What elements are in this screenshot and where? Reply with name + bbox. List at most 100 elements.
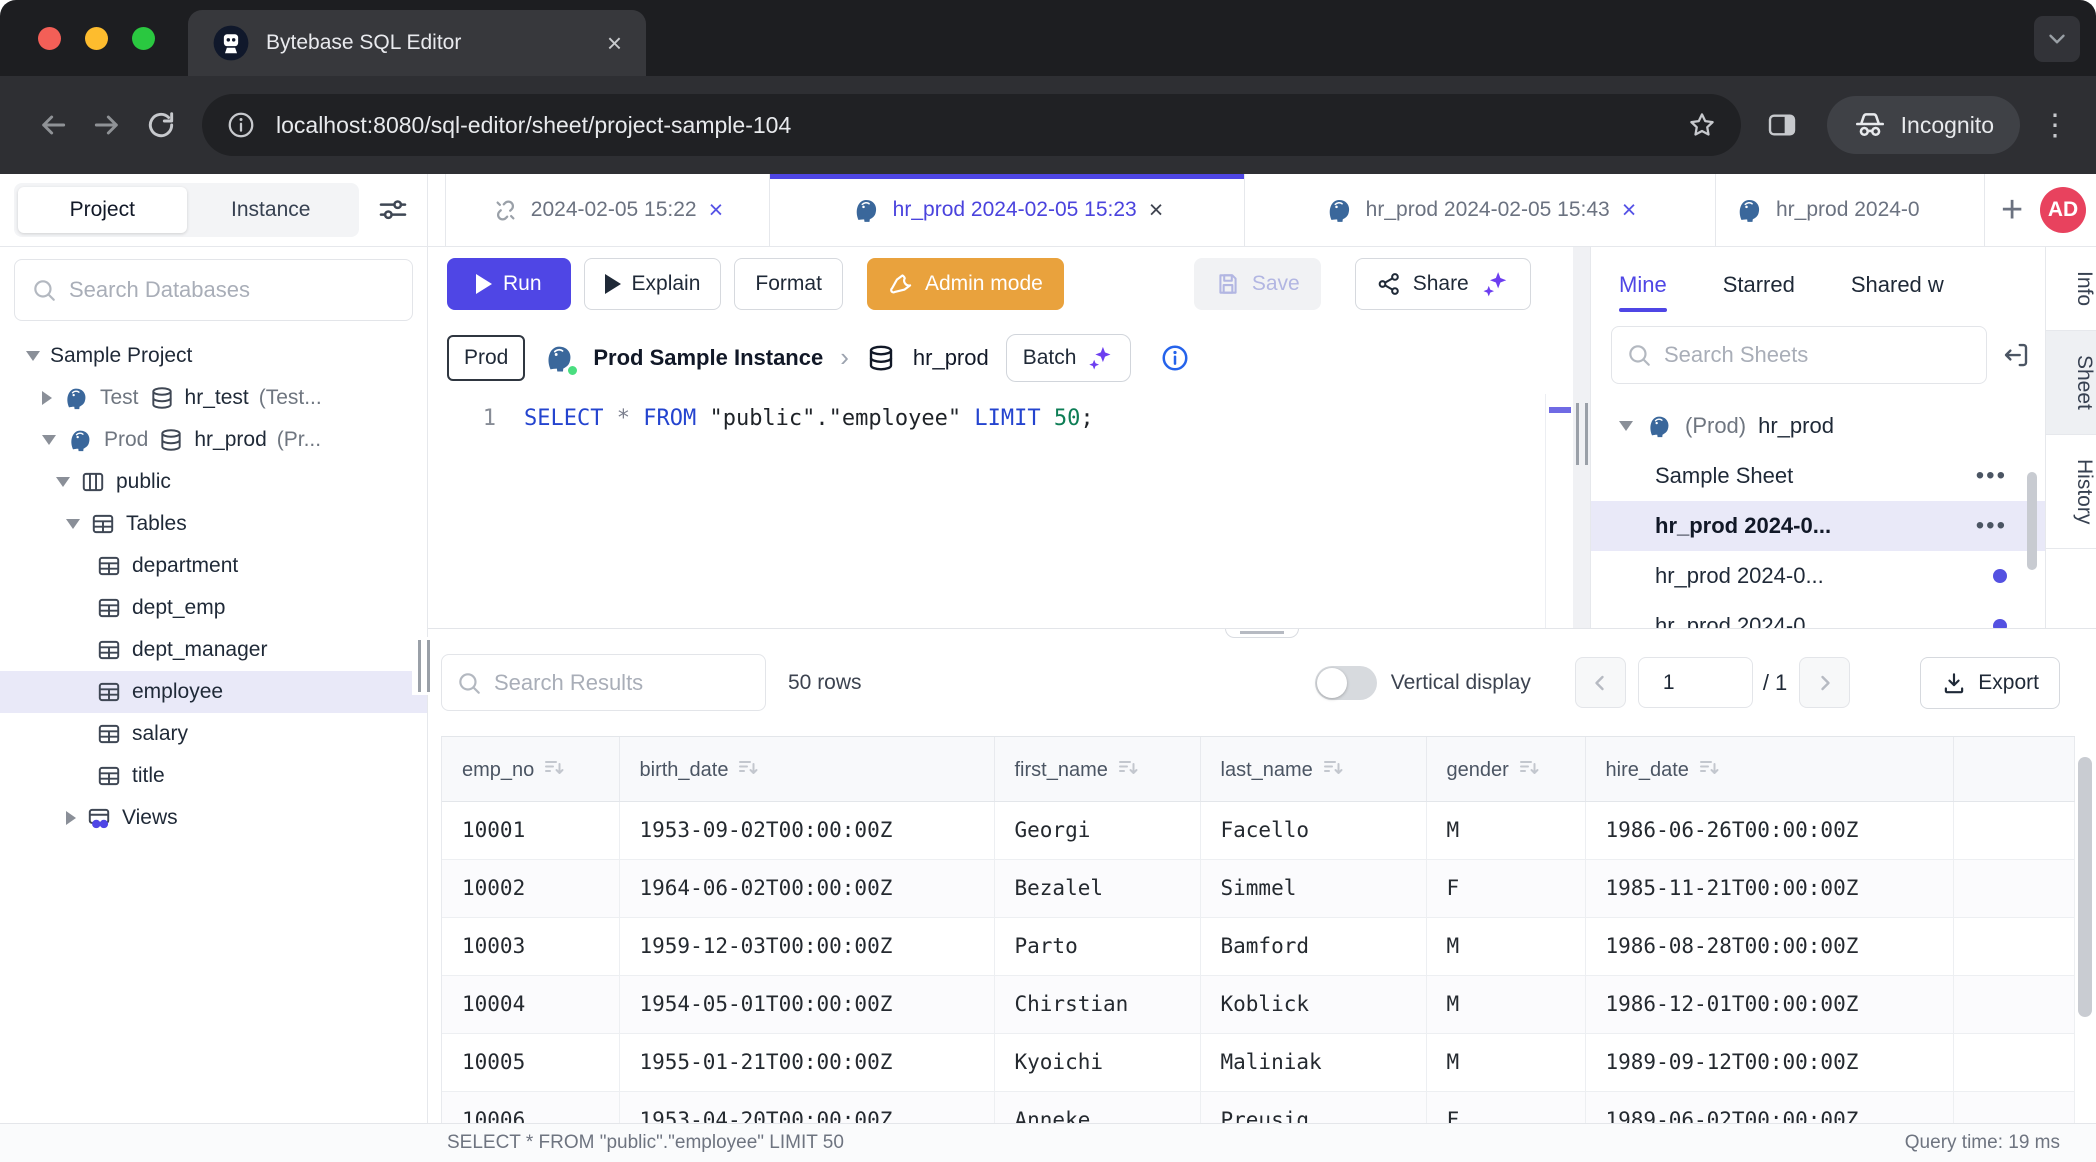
- cell[interactable]: 1953-09-02T00:00:00Z: [619, 801, 994, 859]
- results-search-input[interactable]: [494, 670, 751, 696]
- cell[interactable]: 10003: [442, 917, 619, 975]
- zoom-window-button[interactable]: [132, 27, 155, 50]
- panel-resize-handle[interactable]: [1576, 403, 1588, 465]
- url-text[interactable]: localhost:8080/sql-editor/sheet/project-…: [276, 112, 1687, 139]
- close-tab-icon[interactable]: ×: [1149, 198, 1164, 223]
- cell[interactable]: 10002: [442, 859, 619, 917]
- cell[interactable]: 1955-01-21T00:00:00Z: [619, 1033, 994, 1091]
- cell[interactable]: Simmel: [1200, 859, 1426, 917]
- save-button[interactable]: Save: [1194, 258, 1321, 310]
- close-window-button[interactable]: [38, 27, 61, 50]
- caret-down-icon[interactable]: [1619, 421, 1633, 431]
- cell[interactable]: 1959-12-03T00:00:00Z: [619, 917, 994, 975]
- more-actions-icon[interactable]: •••: [1976, 512, 2007, 540]
- user-avatar[interactable]: AD: [2040, 187, 2086, 233]
- cell[interactable]: M: [1426, 801, 1585, 859]
- close-tab-icon[interactable]: ×: [607, 28, 622, 59]
- sheet-search[interactable]: [1611, 326, 1987, 384]
- sql-code-line[interactable]: SELECT * FROM "public"."employee" LIMIT …: [524, 394, 1094, 628]
- sort-icon[interactable]: [542, 756, 566, 780]
- sheet-list-scrollbar[interactable]: [2027, 472, 2037, 570]
- database-name[interactable]: hr_prod: [913, 345, 989, 371]
- cell[interactable]: F: [1426, 859, 1585, 917]
- cell[interactable]: Facello: [1200, 801, 1426, 859]
- column-header-last-name[interactable]: last_name: [1200, 737, 1426, 801]
- tree-item-table-employee-selected[interactable]: employee: [0, 671, 427, 713]
- cell[interactable]: M: [1426, 1033, 1585, 1091]
- browser-menu-icon[interactable]: ⋮: [2040, 108, 2070, 143]
- cell[interactable]: Bezalel: [994, 859, 1200, 917]
- cell[interactable]: 1964-06-02T00:00:00Z: [619, 859, 994, 917]
- export-button[interactable]: Export: [1920, 657, 2060, 709]
- bookmark-star-icon[interactable]: [1687, 110, 1717, 140]
- editor-tab-3[interactable]: hr_prod 2024-02-05 15:43 ×: [1245, 174, 1716, 246]
- sheet-item[interactable]: Sample Sheet •••: [1591, 451, 2045, 501]
- cell[interactable]: Parto: [994, 917, 1200, 975]
- caret-down-icon[interactable]: [42, 435, 56, 445]
- tree-item-table-dept-manager[interactable]: dept_manager: [0, 629, 427, 671]
- info-circle-icon[interactable]: [1160, 343, 1190, 373]
- vtab-info[interactable]: Info: [2046, 247, 2096, 331]
- collapse-panel-icon[interactable]: [2001, 340, 2031, 370]
- vtab-sheet[interactable]: Sheet: [2046, 331, 2096, 435]
- close-tab-icon[interactable]: ×: [1622, 198, 1637, 223]
- minimize-window-button[interactable]: [85, 27, 108, 50]
- tree-item-table-department[interactable]: department: [0, 545, 427, 587]
- sheet-item[interactable]: hr_prod 2024-0...: [1591, 551, 2045, 601]
- tree-item-table-title[interactable]: title: [0, 755, 427, 797]
- sql-code-editor[interactable]: 1 SELECT * FROM "public"."employee" LIMI…: [428, 394, 1573, 628]
- admin-mode-button[interactable]: Admin mode: [867, 258, 1064, 310]
- sheet-group-root[interactable]: (Prod) hr_prod: [1591, 401, 2045, 451]
- side-panel-icon[interactable]: [1755, 98, 1809, 152]
- editor-tab-2-active[interactable]: hr_prod 2024-02-05 15:23 ×: [770, 174, 1245, 246]
- caret-right-icon[interactable]: [66, 811, 76, 825]
- cell[interactable]: 1986-12-01T00:00:00Z: [1585, 975, 1953, 1033]
- cell[interactable]: Bamford: [1200, 917, 1426, 975]
- cell[interactable]: Kyoichi: [994, 1033, 1200, 1091]
- cell[interactable]: Preusig: [1200, 1091, 1426, 1123]
- cell[interactable]: 1986-08-28T00:00:00Z: [1585, 917, 1953, 975]
- cell[interactable]: 10001: [442, 801, 619, 859]
- instance-name[interactable]: Prod Sample Instance: [593, 345, 823, 371]
- tree-item-prod-db[interactable]: Prod hr_prod (Pr...: [0, 419, 427, 461]
- sort-icon[interactable]: [1116, 756, 1140, 780]
- vertical-display-toggle[interactable]: [1315, 666, 1377, 700]
- results-resize-handle[interactable]: [1225, 628, 1299, 638]
- cell[interactable]: Georgi: [994, 801, 1200, 859]
- editor-overview-ruler[interactable]: [1545, 394, 1573, 628]
- caret-right-icon[interactable]: [42, 391, 52, 405]
- caret-down-icon[interactable]: [26, 351, 40, 361]
- sidebar-resize-handle[interactable]: [412, 637, 436, 695]
- column-header-hire-date[interactable]: hire_date: [1585, 737, 1953, 801]
- cell[interactable]: 1985-11-21T00:00:00Z: [1585, 859, 1953, 917]
- tree-item-table-salary[interactable]: salary: [0, 713, 427, 755]
- next-page-button[interactable]: [1799, 657, 1850, 708]
- tab-shared[interactable]: Shared w: [1851, 272, 1944, 298]
- cell[interactable]: 10004: [442, 975, 619, 1033]
- cell[interactable]: F: [1426, 1091, 1585, 1123]
- sort-icon[interactable]: [736, 756, 760, 780]
- batch-button[interactable]: Batch: [1006, 334, 1132, 382]
- editor-tab-4[interactable]: hr_prod 2024-0: [1716, 174, 1985, 246]
- cell[interactable]: Koblick: [1200, 975, 1426, 1033]
- column-header-first-name[interactable]: first_name: [994, 737, 1200, 801]
- tab-instance[interactable]: Instance: [187, 187, 356, 233]
- database-search-input[interactable]: [69, 277, 396, 303]
- filter-icon[interactable]: [373, 194, 413, 226]
- cell[interactable]: 1954-05-01T00:00:00Z: [619, 975, 994, 1033]
- site-info-icon[interactable]: [226, 110, 256, 140]
- tab-starred[interactable]: Starred: [1723, 272, 1795, 298]
- tab-project[interactable]: Project: [18, 187, 187, 233]
- vtab-history[interactable]: History: [2046, 435, 2096, 549]
- sort-icon[interactable]: [1517, 756, 1541, 780]
- format-button[interactable]: Format: [734, 258, 843, 310]
- more-actions-icon[interactable]: •••: [1976, 462, 2007, 490]
- cell[interactable]: 1986-06-26T00:00:00Z: [1585, 801, 1953, 859]
- tree-item-test-db[interactable]: Test hr_test (Test...: [0, 377, 427, 419]
- results-search[interactable]: [441, 654, 766, 711]
- tree-item-schema-public[interactable]: public: [0, 461, 427, 503]
- cell[interactable]: 1989-06-02T00:00:00Z: [1585, 1091, 1953, 1123]
- explain-button[interactable]: Explain: [584, 258, 722, 310]
- sheet-item[interactable]: hr_prod 2024-0: [1591, 601, 2045, 628]
- forward-button[interactable]: [80, 98, 134, 152]
